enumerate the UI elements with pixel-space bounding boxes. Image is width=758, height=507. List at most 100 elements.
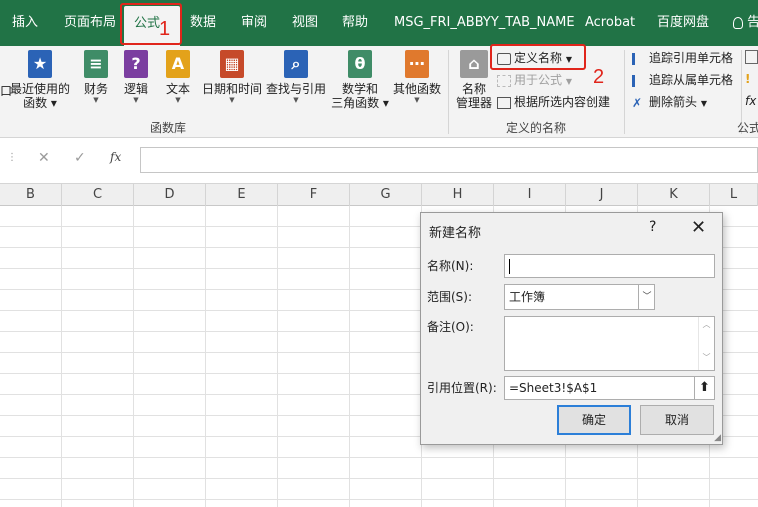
refers-to-input[interactable]: =Sheet3!$A$1 bbox=[504, 376, 695, 400]
remove-arrows-button[interactable]: ✗ 删除箭头 ▼ bbox=[632, 92, 707, 112]
column-headers: B C D E F G H I J K L bbox=[0, 184, 758, 206]
group-separator bbox=[448, 50, 449, 134]
comment-textarea[interactable]: ︿ ﹀ bbox=[504, 316, 715, 371]
column-header-f[interactable]: F bbox=[278, 184, 350, 206]
trace-precedents-button[interactable]: 追踪引用单元格 bbox=[632, 48, 733, 68]
comment-scrollbar[interactable]: ︿ ﹀ bbox=[698, 317, 714, 370]
formula-input[interactable] bbox=[140, 147, 758, 173]
close-icon[interactable]: ✕ bbox=[691, 217, 706, 238]
chevron-down-icon: ▼ bbox=[414, 96, 420, 104]
text-a-icon: A bbox=[166, 50, 190, 78]
financial-button[interactable]: ≡ 财务 ▼ bbox=[78, 50, 114, 104]
tab-insert[interactable]: 插入 bbox=[12, 0, 38, 46]
trace-dependents-icon bbox=[632, 74, 646, 87]
resize-grip-icon[interactable]: ◢ bbox=[714, 433, 721, 443]
annotation-number-1: 1 bbox=[159, 18, 171, 40]
trace-precedents-icon bbox=[632, 52, 646, 65]
star-icon: ★ bbox=[28, 50, 52, 78]
name-label: 名称(N): bbox=[427, 259, 474, 273]
coins-icon: ≡ bbox=[84, 50, 108, 78]
grid-column-line bbox=[277, 206, 278, 507]
chevron-down-icon: ▼ bbox=[293, 96, 299, 104]
column-header-j[interactable]: J bbox=[566, 184, 638, 206]
group-label-function-library: 函数库 bbox=[150, 121, 187, 135]
grid-row-line bbox=[0, 457, 758, 458]
ribbon-tab-bar: 插入 页面布局 公式 数据 审阅 视图 帮助 MSG_FRI_ABBYY_TAB… bbox=[0, 0, 758, 46]
grid-row-line bbox=[0, 478, 758, 479]
scope-label: 范围(S): bbox=[427, 290, 473, 304]
annotation-number-2: 2 bbox=[593, 66, 605, 88]
lightbulb-icon bbox=[733, 16, 743, 29]
column-header-g[interactable]: G bbox=[350, 184, 422, 206]
tab-abbyy[interactable]: MSG_FRI_ABBYY_TAB_NAME bbox=[394, 0, 575, 46]
grid-row-line bbox=[0, 499, 758, 500]
formula-icon bbox=[497, 74, 511, 87]
grid-column-line bbox=[349, 206, 350, 507]
error-checking-icon[interactable]: ! bbox=[745, 72, 750, 86]
cancel-button[interactable]: 取消 bbox=[640, 405, 714, 435]
cancel-icon[interactable]: ✕ bbox=[38, 150, 50, 166]
chevron-down-icon: ▼ bbox=[565, 77, 572, 86]
column-header-l[interactable]: L bbox=[710, 184, 758, 206]
annotation-box-2 bbox=[490, 44, 586, 70]
tab-review[interactable]: 审阅 bbox=[241, 0, 267, 46]
comment-label: 备注(O): bbox=[427, 320, 474, 334]
logical-button[interactable]: ? 逻辑 ▼ bbox=[118, 50, 154, 104]
grid-column-line bbox=[61, 206, 62, 507]
group-separator bbox=[624, 50, 625, 134]
dialog-title: 新建名称 bbox=[429, 226, 482, 241]
magnifier-icon: ⌕ bbox=[284, 50, 308, 78]
date-time-button[interactable]: ▦ 日期和时间 ▼ bbox=[200, 50, 264, 104]
refers-to-label: 引用位置(R): bbox=[427, 381, 497, 395]
group-label-defined-names: 定义的名称 bbox=[506, 121, 567, 135]
chevron-down-icon: ▼ bbox=[93, 96, 99, 104]
recent-functions-button[interactable]: ★ 最近使用的 函数 ▾ bbox=[10, 50, 70, 110]
tab-baidu-netdisk[interactable]: 百度网盘 bbox=[657, 0, 709, 46]
tab-view[interactable]: 视图 bbox=[292, 0, 318, 46]
remove-arrows-icon: ✗ bbox=[632, 95, 643, 110]
use-in-formula-button[interactable]: 用于公式 ▼ bbox=[497, 70, 572, 90]
lookup-reference-button[interactable]: ⌕ 查找与引用 ▼ bbox=[266, 50, 326, 104]
trace-dependents-button[interactable]: 追踪从属单元格 bbox=[632, 70, 733, 90]
tab-data[interactable]: 数据 bbox=[190, 0, 216, 46]
collapse-dialog-icon[interactable]: ⬆ bbox=[694, 376, 715, 400]
math-trig-button[interactable]: θ 数学和 三角函数 ▾ bbox=[330, 50, 390, 110]
column-header-d[interactable]: D bbox=[134, 184, 206, 206]
column-header-b[interactable]: B bbox=[0, 184, 62, 206]
name-manager-button[interactable]: ⌂ 名称 管理器 bbox=[454, 50, 494, 110]
column-header-k[interactable]: K bbox=[638, 184, 710, 206]
tab-help[interactable]: 帮助 bbox=[342, 0, 368, 46]
calendar-icon: ▦ bbox=[220, 50, 244, 78]
ok-button[interactable]: 确定 bbox=[557, 405, 631, 435]
chevron-down-icon: ▼ bbox=[133, 96, 139, 104]
text-button[interactable]: A 文本 ▼ bbox=[160, 50, 196, 104]
grid-column-line bbox=[133, 206, 134, 507]
insert-function-icon[interactable]: fx bbox=[110, 150, 121, 164]
name-input[interactable] bbox=[504, 254, 715, 278]
formula-bar: ⋮ ✕ ✓ fx bbox=[0, 138, 758, 184]
chevron-down-icon: ▼ bbox=[229, 96, 235, 104]
text-cursor bbox=[509, 259, 510, 274]
show-formulas-icon[interactable] bbox=[745, 50, 758, 64]
chevron-down-icon: ▼ bbox=[175, 96, 181, 104]
chevron-down-icon[interactable]: ﹀ bbox=[638, 285, 655, 309]
help-icon[interactable]: ? bbox=[649, 219, 656, 235]
new-name-dialog: 新建名称 ? ✕ 名称(N): 范围(S): 工作簿 ﹀ 备注(O): ︿ ﹀ … bbox=[420, 212, 723, 445]
tab-acrobat[interactable]: Acrobat bbox=[585, 0, 635, 46]
group-label-formula-auditing: 公式 bbox=[737, 121, 758, 135]
scroll-up-icon[interactable]: ︿ bbox=[699, 319, 714, 330]
scope-select[interactable]: 工作簿 ﹀ bbox=[504, 284, 655, 310]
column-header-c[interactable]: C bbox=[62, 184, 134, 206]
tab-tell-me[interactable]: 告 bbox=[733, 0, 758, 46]
evaluate-formula-icon[interactable]: fx bbox=[745, 94, 756, 108]
tab-page-layout[interactable]: 页面布局 bbox=[64, 0, 116, 46]
column-header-h[interactable]: H bbox=[422, 184, 494, 206]
create-from-selection-button[interactable]: 根据所选内容创建 bbox=[497, 92, 610, 112]
theta-icon: θ bbox=[348, 50, 372, 78]
scroll-down-icon[interactable]: ﹀ bbox=[699, 352, 714, 363]
more-functions-button[interactable]: ⋯ 其他函数 ▼ bbox=[392, 50, 442, 104]
enter-icon[interactable]: ✓ bbox=[74, 150, 86, 166]
column-header-i[interactable]: I bbox=[494, 184, 566, 206]
tag-icon: ⌂ bbox=[460, 50, 488, 78]
column-header-e[interactable]: E bbox=[206, 184, 278, 206]
